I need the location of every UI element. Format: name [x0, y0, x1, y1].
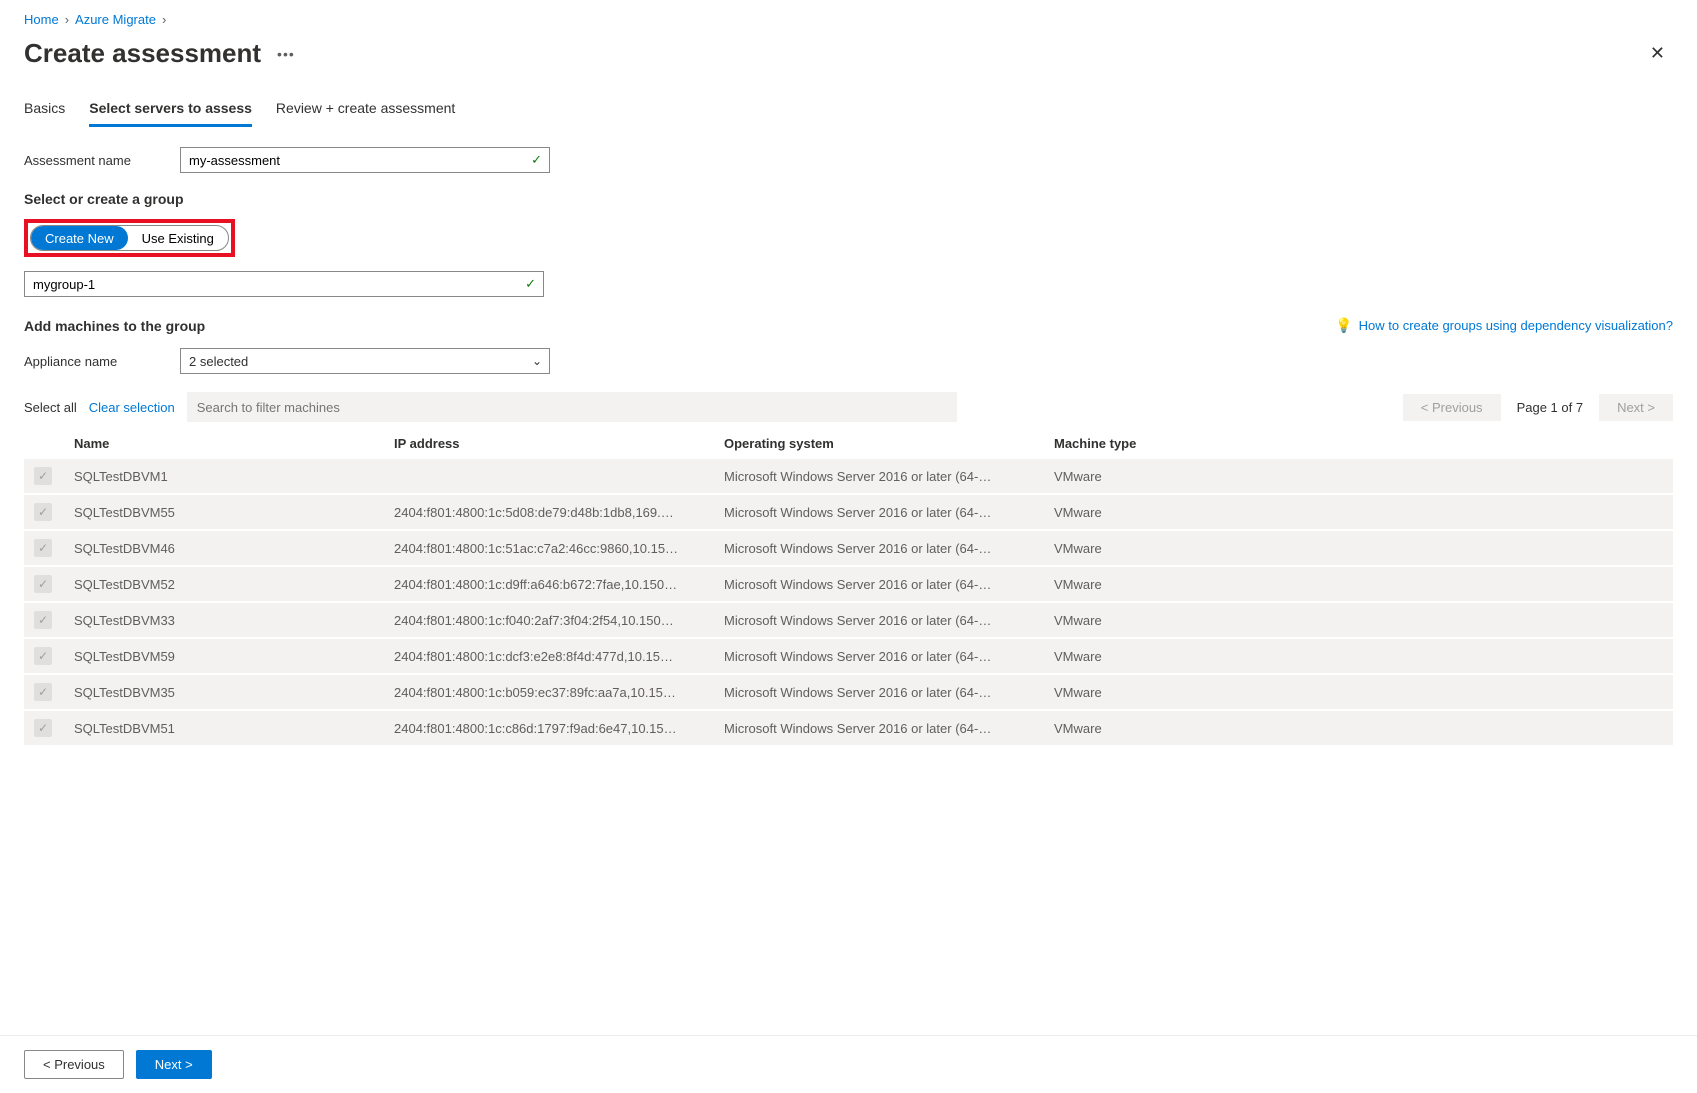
table-row[interactable]: ✓ SQLTestDBVM522404:f801:4800:1c:d9ff:a64… [24, 566, 1673, 602]
cell-mtype: VMware [1044, 710, 1673, 746]
table-row[interactable]: ✓ SQLTestDBVM512404:f801:4800:1c:c86d:179… [24, 710, 1673, 746]
col-machine-type: Machine type [1044, 428, 1673, 459]
page-title: Create assessment ••• [24, 38, 295, 69]
table-row[interactable]: ✓ SQLTestDBVM552404:f801:4800:1c:5d08:de7… [24, 494, 1673, 530]
cell-name: SQLTestDBVM35 [64, 674, 384, 710]
assessment-name-label: Assessment name [24, 153, 180, 168]
clear-selection-link[interactable]: Clear selection [89, 400, 175, 415]
row-checkbox[interactable]: ✓ [34, 503, 52, 521]
breadcrumb-home[interactable]: Home [24, 12, 59, 27]
cell-name: SQLTestDBVM55 [64, 494, 384, 530]
cell-name: SQLTestDBVM1 [64, 459, 384, 494]
table-row[interactable]: ✓ SQLTestDBVM592404:f801:4800:1c:dcf3:e2e… [24, 638, 1673, 674]
appliance-name-select[interactable]: 2 selected [180, 348, 550, 374]
lightbulb-icon: 💡 [1335, 317, 1352, 334]
group-mode-toggle: Create New Use Existing [30, 225, 229, 251]
appliance-name-label: Appliance name [24, 354, 180, 369]
more-actions-icon[interactable]: ••• [273, 46, 295, 62]
chevron-right-icon: › [65, 12, 69, 27]
cell-name: SQLTestDBVM46 [64, 530, 384, 566]
cell-os: Microsoft Windows Server 2016 or later (… [714, 566, 1044, 602]
col-ip: IP address [384, 428, 714, 459]
use-existing-toggle[interactable]: Use Existing [128, 226, 228, 250]
cell-ip [384, 459, 714, 494]
table-previous-button[interactable]: < Previous [1403, 394, 1501, 421]
tab-select-servers[interactable]: Select servers to assess [89, 96, 252, 127]
cell-os: Microsoft Windows Server 2016 or later (… [714, 710, 1044, 746]
cell-ip: 2404:f801:4800:1c:5d08:de79:d48b:1db8,16… [384, 494, 714, 530]
row-checkbox[interactable]: ✓ [34, 539, 52, 557]
table-row[interactable]: ✓ SQLTestDBVM332404:f801:4800:1c:f040:2af… [24, 602, 1673, 638]
cell-os: Microsoft Windows Server 2016 or later (… [714, 602, 1044, 638]
cell-mtype: VMware [1044, 530, 1673, 566]
tab-basics[interactable]: Basics [24, 96, 65, 127]
row-checkbox[interactable]: ✓ [34, 611, 52, 629]
row-checkbox[interactable]: ✓ [34, 683, 52, 701]
cell-mtype: VMware [1044, 566, 1673, 602]
cell-mtype: VMware [1044, 459, 1673, 494]
col-name: Name [64, 428, 384, 459]
cell-ip: 2404:f801:4800:1c:b059:ec37:89fc:aa7a,10… [384, 674, 714, 710]
cell-ip: 2404:f801:4800:1c:c86d:1797:f9ad:6e47,10… [384, 710, 714, 746]
page-indicator: Page 1 of 7 [1517, 400, 1584, 415]
table-row[interactable]: ✓ SQLTestDBVM462404:f801:4800:1c:51ac:c7a… [24, 530, 1673, 566]
cell-ip: 2404:f801:4800:1c:dcf3:e2e8:8f4d:477d,10… [384, 638, 714, 674]
cell-mtype: VMware [1044, 602, 1673, 638]
cell-name: SQLTestDBVM59 [64, 638, 384, 674]
table-row[interactable]: ✓ SQLTestDBVM352404:f801:4800:1c:b059:ec3… [24, 674, 1673, 710]
chevron-right-icon: › [162, 12, 166, 27]
cell-name: SQLTestDBVM33 [64, 602, 384, 638]
wizard-footer: < Previous Next > [0, 1035, 1697, 1093]
row-checkbox[interactable]: ✓ [34, 647, 52, 665]
table-next-button[interactable]: Next > [1599, 394, 1673, 421]
cell-os: Microsoft Windows Server 2016 or later (… [714, 530, 1044, 566]
row-checkbox[interactable]: ✓ [34, 467, 52, 485]
cell-os: Microsoft Windows Server 2016 or later (… [714, 638, 1044, 674]
create-new-toggle[interactable]: Create New [31, 226, 128, 250]
wizard-tabs: Basics Select servers to assess Review +… [24, 96, 1673, 127]
dependency-viz-help-link[interactable]: 💡 How to create groups using dependency … [1335, 317, 1673, 334]
cell-ip: 2404:f801:4800:1c:f040:2af7:3f04:2f54,10… [384, 602, 714, 638]
table-row[interactable]: ✓ SQLTestDBVM1 Microsoft Windows Server 20… [24, 459, 1673, 494]
breadcrumb: Home › Azure Migrate › [24, 12, 1673, 27]
check-icon: ✓ [525, 276, 536, 292]
cell-ip: 2404:f801:4800:1c:51ac:c7a2:46cc:9860,10… [384, 530, 714, 566]
cell-os: Microsoft Windows Server 2016 or later (… [714, 674, 1044, 710]
add-machines-heading: Add machines to the group [24, 318, 205, 334]
cell-name: SQLTestDBVM51 [64, 710, 384, 746]
cell-os: Microsoft Windows Server 2016 or later (… [714, 459, 1044, 494]
row-checkbox[interactable]: ✓ [34, 719, 52, 737]
machine-search-input[interactable] [187, 392, 957, 422]
group-name-input[interactable] [24, 271, 544, 297]
tab-review-create[interactable]: Review + create assessment [276, 96, 455, 127]
row-checkbox[interactable]: ✓ [34, 575, 52, 593]
next-button[interactable]: Next > [136, 1050, 212, 1079]
cell-name: SQLTestDBVM52 [64, 566, 384, 602]
cell-mtype: VMware [1044, 638, 1673, 674]
close-icon[interactable]: ✕ [1642, 35, 1673, 72]
assessment-name-input[interactable] [180, 147, 550, 173]
machines-table: Name IP address Operating system Machine… [24, 428, 1673, 747]
select-create-group-heading: Select or create a group [24, 191, 1673, 207]
cell-os: Microsoft Windows Server 2016 or later (… [714, 494, 1044, 530]
cell-mtype: VMware [1044, 674, 1673, 710]
cell-ip: 2404:f801:4800:1c:d9ff:a646:b672:7fae,10… [384, 566, 714, 602]
col-os: Operating system [714, 428, 1044, 459]
check-icon: ✓ [531, 152, 542, 168]
breadcrumb-service[interactable]: Azure Migrate [75, 12, 156, 27]
cell-mtype: VMware [1044, 494, 1673, 530]
previous-button[interactable]: < Previous [24, 1050, 124, 1079]
tutorial-highlight: Create New Use Existing [24, 219, 235, 257]
select-all-link[interactable]: Select all [24, 400, 77, 415]
